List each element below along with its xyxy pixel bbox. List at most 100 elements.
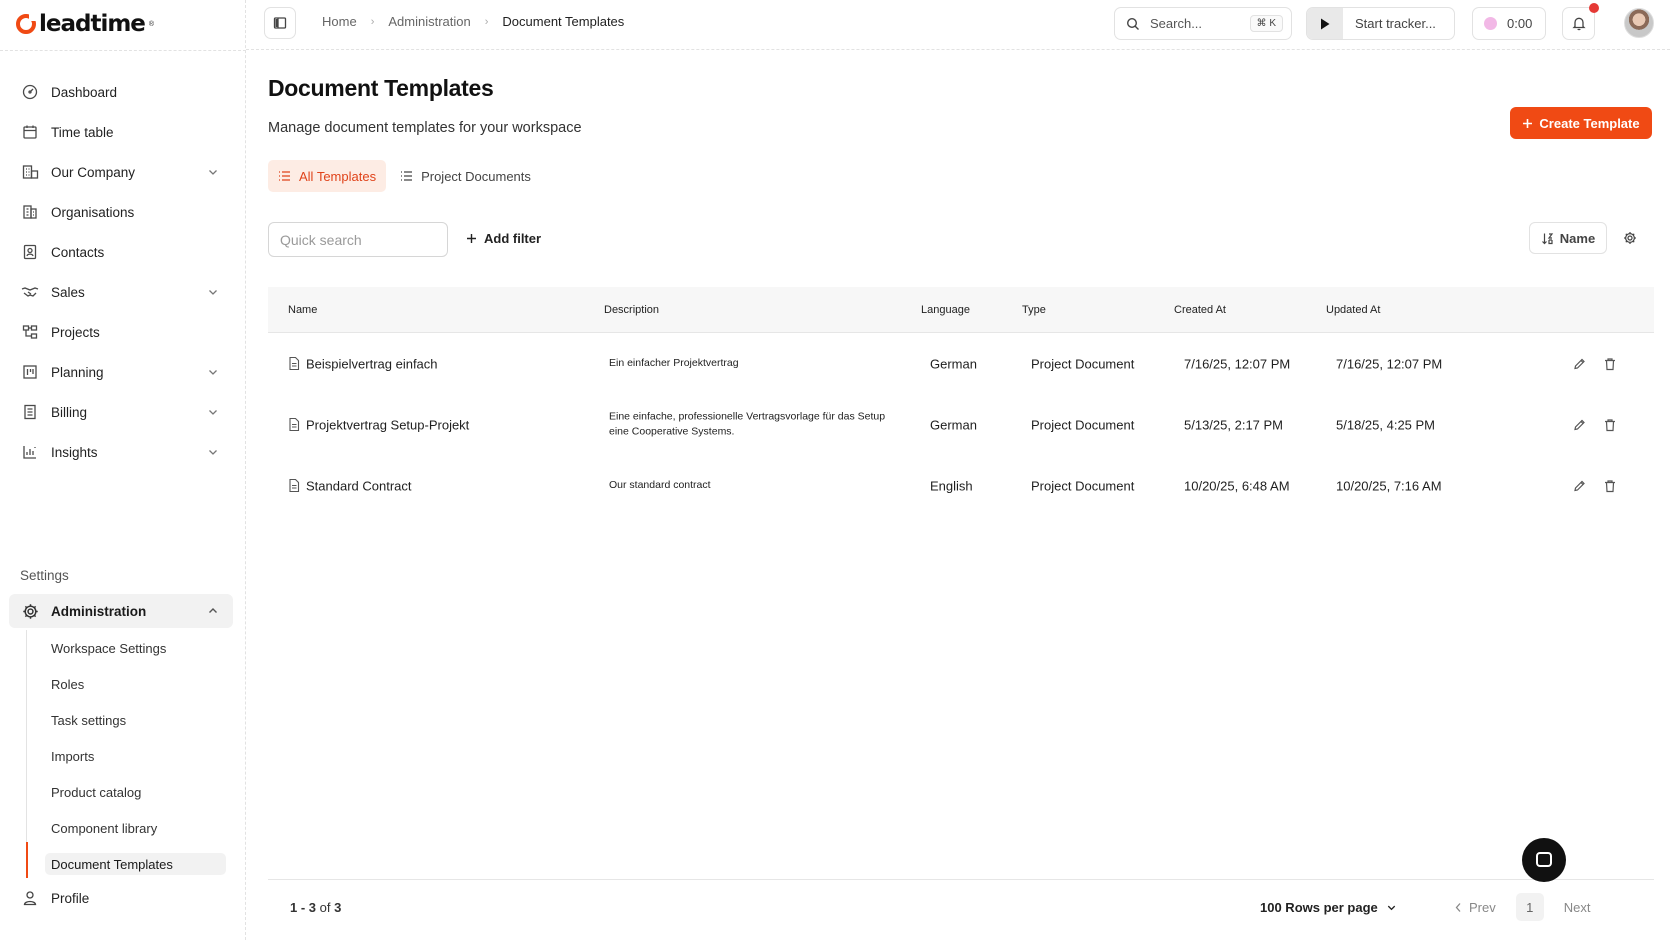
plus-icon	[1522, 118, 1533, 129]
chat-support-button[interactable]	[1522, 838, 1566, 882]
sidebar-item-label: Time table	[51, 124, 114, 140]
billing-receipt-icon	[21, 403, 39, 421]
edit-pencil-icon[interactable]	[1573, 357, 1586, 370]
column-header-updated-at[interactable]: Updated At	[1326, 304, 1380, 316]
column-header-description[interactable]: Description	[604, 304, 659, 316]
subnav-item-imports[interactable]: Imports	[27, 738, 226, 774]
breadcrumb: Home › Administration › Document Templat…	[322, 14, 624, 29]
chevron-right-icon: ›	[484, 15, 489, 28]
subnav-item-roles[interactable]: Roles	[27, 666, 226, 702]
start-tracker-button[interactable]: Start tracker...	[1306, 7, 1455, 40]
global-search[interactable]: Search... ⌘ K	[1114, 7, 1292, 40]
column-header-created-at[interactable]: Created At	[1174, 304, 1226, 316]
chevron-up-icon[interactable]	[207, 605, 219, 617]
quick-search-input[interactable]	[268, 222, 448, 257]
sidebar-item-profile[interactable]: Profile	[9, 880, 233, 916]
brand-name: leadtime	[39, 11, 146, 37]
sidebar-item-billing[interactable]: Billing	[9, 392, 233, 432]
column-header-type[interactable]: Type	[1022, 304, 1046, 316]
add-filter-button[interactable]: Add filter	[466, 231, 541, 246]
chevron-down-icon[interactable]	[207, 406, 219, 418]
play-icon[interactable]	[1307, 8, 1343, 39]
column-header-name[interactable]: Name	[288, 304, 317, 316]
tracker-label: Start tracker...	[1355, 16, 1436, 31]
row-name-cell[interactable]: Standard Contract	[288, 478, 412, 493]
edit-pencil-icon[interactable]	[1573, 418, 1586, 431]
row-description: Ein einfacher Projektvertrag	[609, 356, 739, 369]
page-subtitle: Manage document templates for your works…	[268, 120, 582, 136]
table-header: Name Description Language Type Created A…	[268, 287, 1654, 333]
dashboard-gauge-icon	[21, 83, 39, 101]
sidebar-item-contacts[interactable]: Contacts	[9, 232, 233, 272]
chat-bubble-icon	[1534, 850, 1554, 870]
chevron-down-icon[interactable]	[207, 446, 219, 458]
rows-per-page-select[interactable]: 100 Rows per page	[1260, 900, 1397, 915]
table-settings-button[interactable]	[1620, 228, 1640, 248]
notifications-button[interactable]	[1562, 3, 1599, 40]
sidebar-item-administration[interactable]: Administration	[9, 594, 233, 628]
settings-section-label: Settings	[20, 568, 69, 583]
subnav-item-task-settings[interactable]: Task settings	[27, 702, 226, 738]
sidebar-item-label: Billing	[51, 404, 88, 420]
page-number-button[interactable]: 1	[1515, 893, 1544, 921]
table-row[interactable]: Standard Contract Our standard contract …	[268, 453, 1654, 518]
sidebar-item-planning[interactable]: Planning	[9, 352, 233, 392]
sidebar-item-sales[interactable]: Sales	[9, 272, 233, 312]
table-row[interactable]: Projektvertrag Setup-Projekt Eine einfac…	[268, 396, 1654, 453]
delete-trash-icon[interactable]	[1604, 357, 1616, 370]
chevron-down-icon[interactable]	[207, 366, 219, 378]
row-language: German	[930, 356, 977, 371]
user-avatar[interactable]	[1624, 8, 1654, 38]
next-page-button[interactable]: Next	[1564, 900, 1591, 915]
create-template-button[interactable]: Create Template	[1510, 107, 1652, 139]
chevron-down-icon[interactable]	[207, 286, 219, 298]
sidebar-item-organisations[interactable]: Organisations	[9, 192, 233, 232]
chevron-down-icon[interactable]	[207, 166, 219, 178]
breadcrumb-home[interactable]: Home	[322, 14, 357, 29]
delete-trash-icon[interactable]	[1604, 479, 1616, 492]
gear-icon	[21, 602, 39, 620]
prev-page-button[interactable]: Prev	[1454, 900, 1496, 915]
brand-logo[interactable]: leadtime ®	[16, 10, 154, 38]
edit-pencil-icon[interactable]	[1573, 479, 1586, 492]
sidebar-item-label: Insights	[51, 444, 98, 460]
row-name-cell[interactable]: Beispielvertrag einfach	[288, 356, 438, 371]
sort-label: Name	[1559, 230, 1596, 246]
search-placeholder: Search...	[1150, 16, 1203, 31]
sort-button[interactable]: Name	[1529, 222, 1607, 254]
row-actions	[1573, 418, 1616, 431]
logo-ring-icon	[16, 14, 36, 34]
search-shortcut-badge: ⌘ K	[1249, 15, 1283, 32]
delete-trash-icon[interactable]	[1604, 418, 1616, 431]
list-icon	[400, 170, 413, 182]
organisation-building-icon	[21, 203, 39, 221]
sidebar-item-our-company[interactable]: Our Company	[9, 152, 233, 192]
subnav-item-product-catalog[interactable]: Product catalog	[27, 774, 226, 810]
subnav-item-workspace-settings[interactable]: Workspace Settings	[27, 630, 226, 666]
sidebar-toggle-button[interactable]	[264, 7, 296, 39]
sidebar-item-label: Planning	[51, 364, 104, 380]
templates-table: Name Description Language Type Created A…	[268, 287, 1654, 518]
sidebar-item-label: Contacts	[51, 244, 105, 260]
row-count-of: of	[319, 900, 331, 915]
subnav-item-document-templates[interactable]: Document Templates	[45, 853, 226, 875]
breadcrumb-administration[interactable]: Administration	[388, 14, 470, 29]
sidebar-item-insights[interactable]: Insights	[9, 432, 233, 472]
row-range: 1 - 3	[290, 900, 317, 915]
tab-project-documents[interactable]: Project Documents	[390, 160, 541, 192]
document-icon	[288, 478, 300, 493]
tab-all-templates[interactable]: All Templates	[268, 160, 387, 192]
table-row[interactable]: Beispielvertrag einfach Ein einfacher Pr…	[268, 331, 1654, 396]
contact-card-icon	[21, 243, 39, 261]
sidebar-item-time-table[interactable]: Time table	[9, 112, 233, 152]
sidebar-item-projects[interactable]: Projects	[9, 312, 233, 352]
sidebar-item-dashboard[interactable]: Dashboard	[9, 72, 233, 112]
subnav-item-component-library[interactable]: Component library	[27, 810, 226, 846]
timer-display[interactable]: 0:00	[1472, 7, 1546, 40]
sidebar-item-label: Administration	[51, 603, 147, 619]
column-header-language[interactable]: Language	[921, 304, 970, 316]
document-icon	[288, 417, 300, 432]
row-name-cell[interactable]: Projektvertrag Setup-Projekt	[288, 417, 469, 432]
sidebar-header-divider	[0, 50, 246, 51]
chevron-right-icon: ›	[370, 15, 375, 28]
